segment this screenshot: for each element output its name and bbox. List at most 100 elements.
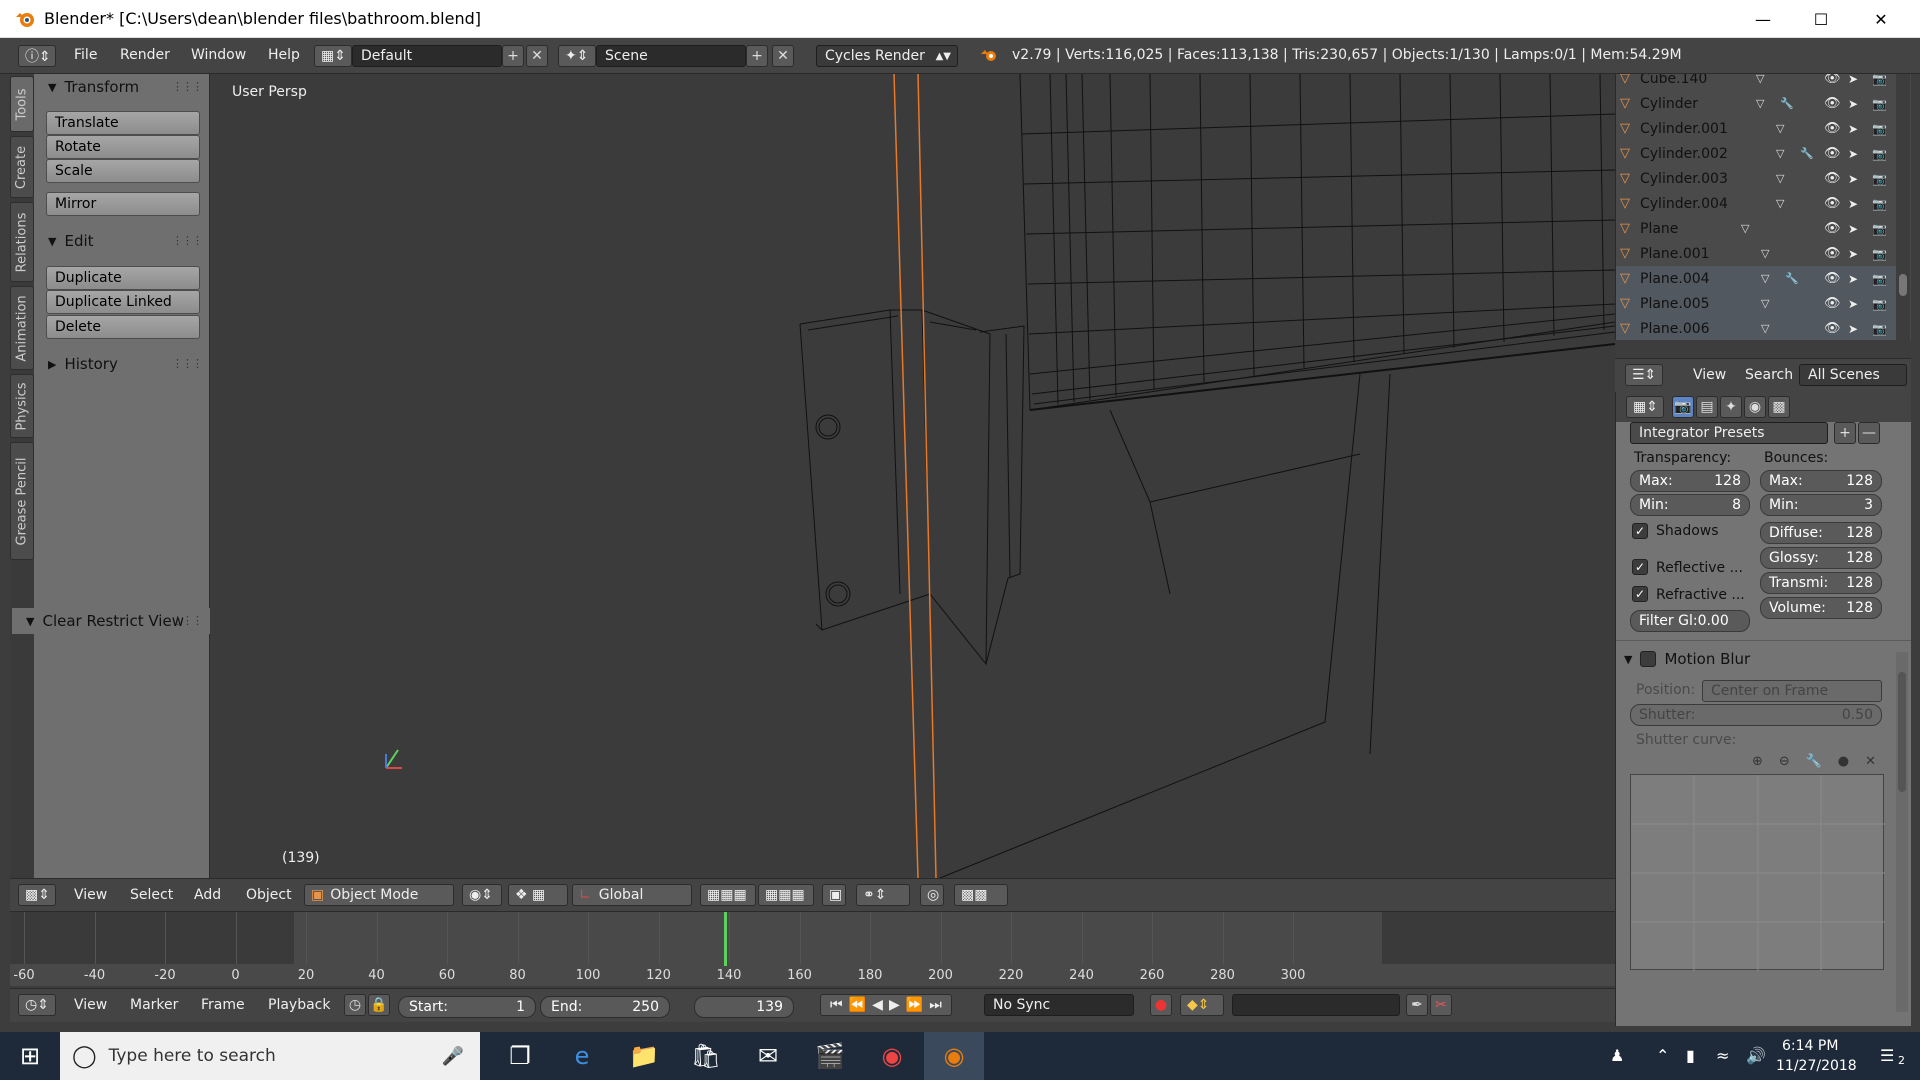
3d-viewport[interactable]: User Persp (139) [210, 74, 1615, 878]
outliner-item-label[interactable]: Plane.004 [1640, 271, 1710, 287]
play-icon[interactable]: ▶ [889, 997, 900, 1013]
outliner-display-mode-dropdown[interactable]: All Scenes [1799, 364, 1907, 386]
menu-render[interactable]: Render [120, 47, 170, 63]
edit-panel-header[interactable]: ▼ Edit ⋮⋮⋮ [34, 228, 210, 254]
next-keyframe-icon[interactable]: ⏩ [906, 997, 923, 1013]
transparency-max-field[interactable]: Max: 128 [1630, 470, 1750, 492]
motion-blur-panel-header[interactable]: ▼ Motion Blur [1616, 646, 1896, 672]
selectability-cursor-icon[interactable]: ➤ [1848, 322, 1858, 336]
outliner-row[interactable]: ▽ Cylinder.001 ▽ 👁 ➤ 📷 [1616, 116, 1896, 141]
zoom-out-icon[interactable]: ⊖ [1779, 754, 1790, 769]
selectability-cursor-icon[interactable]: ➤ [1848, 247, 1858, 261]
visibility-eye-icon[interactable]: 👁 [1824, 171, 1841, 186]
outliner-scroll-thumb[interactable] [1899, 274, 1907, 296]
tab-create[interactable]: Create [10, 136, 34, 198]
render-opengl-icons[interactable]: ▩▩ [954, 884, 1008, 906]
clock-date[interactable]: 11/27/2018 [1776, 1058, 1857, 1074]
visibility-eye-icon[interactable]: 👁 [1824, 271, 1841, 286]
editor-type-timeline-icon[interactable]: ◷⇕ [18, 994, 56, 1016]
tab-relations[interactable]: Relations [10, 202, 34, 282]
selectability-cursor-icon[interactable]: ➤ [1848, 97, 1858, 111]
windows-start-icon[interactable]: ⊞ [0, 1032, 60, 1080]
sync-dropdown[interactable]: No Sync [984, 994, 1134, 1016]
close-window-button[interactable]: ✕ [1852, 0, 1910, 38]
drag-grip-icon[interactable]: ⋮⋮⋮ [172, 80, 203, 93]
integrator-presets-dropdown[interactable]: Integrator Presets [1630, 422, 1828, 444]
visibility-eye-icon[interactable]: 👁 [1824, 146, 1841, 161]
add-preset-icon[interactable]: + [1834, 422, 1856, 444]
bounces-min-field[interactable]: Min: 3 [1760, 494, 1882, 516]
remove-scene-icon[interactable]: ✕ [772, 45, 794, 67]
clear-restrict-panel-header[interactable]: ▼ Clear Restrict View ⋮⋮⋮ [12, 608, 210, 634]
visibility-eye-icon[interactable]: 👁 [1824, 246, 1841, 261]
outliner-scrollbar[interactable] [1896, 74, 1910, 340]
outliner-item-label[interactable]: Cylinder.001 [1640, 121, 1728, 137]
scene-tab-icon[interactable]: ✦ [1720, 396, 1742, 418]
keying-set-field[interactable] [1232, 994, 1400, 1016]
action-center-icon[interactable]: ☰ [1880, 1046, 1894, 1065]
duplicate-button[interactable]: Duplicate [46, 266, 200, 290]
proportional-edit-icon[interactable]: ◎ [920, 884, 944, 906]
remove-screen-icon[interactable]: ✕ [526, 45, 548, 67]
layers-grid-1-icon[interactable]: ▦▦▦ [700, 884, 756, 906]
visibility-eye-icon[interactable]: 👁 [1824, 96, 1841, 111]
render-layers-tab-icon[interactable]: ▤ [1696, 396, 1718, 418]
menu-file[interactable]: File [74, 47, 97, 63]
close-icon[interactable]: ✕ [1865, 754, 1876, 769]
outliner-row[interactable]: ▽ Plane.005 ▽ 👁 ➤ 📷 [1616, 291, 1896, 316]
renderability-camera-icon[interactable]: 📷 [1872, 122, 1887, 136]
layers-grid-2-icon[interactable]: ▦▦▦ [758, 884, 814, 906]
selectability-cursor-icon[interactable]: ➤ [1848, 147, 1858, 161]
reflective-caustics-checkbox[interactable]: ✓ [1632, 559, 1648, 575]
visibility-eye-icon[interactable]: 👁 [1824, 296, 1841, 311]
tab-physics[interactable]: Physics [10, 374, 34, 438]
selectability-cursor-icon[interactable]: ➤ [1848, 297, 1858, 311]
record-icon[interactable]: ● [1150, 994, 1172, 1016]
rotate-button[interactable]: Rotate [46, 135, 200, 159]
outliner-row[interactable]: ▽ Plane.004 ▽ 🔧 👁 ➤ 📷 [1616, 266, 1896, 291]
shutter-field[interactable]: Shutter: 0.50 [1630, 704, 1882, 726]
screen-layout-icon[interactable]: ▦⇕ [314, 45, 352, 67]
selectability-cursor-icon[interactable]: ➤ [1848, 74, 1858, 86]
menu-help[interactable]: Help [268, 47, 300, 63]
selectability-cursor-icon[interactable]: ➤ [1848, 197, 1858, 211]
jump-start-icon[interactable]: ⏮ [830, 997, 843, 1013]
menu-marker[interactable]: Marker [130, 997, 178, 1013]
keying-set-icon[interactable]: ◆⇕ [1180, 994, 1224, 1016]
orientation-dropdown[interactable]: ∟ Global [572, 884, 692, 906]
texture-tab-icon[interactable]: ▩ [1768, 396, 1790, 418]
renderability-camera-icon[interactable]: 📷 [1872, 247, 1887, 261]
outliner-row[interactable]: ▽ Plane.001 ▽ 👁 ➤ 📷 [1616, 241, 1896, 266]
remove-preset-icon[interactable]: — [1858, 422, 1880, 444]
preview-range-icon[interactable]: ◷ [344, 994, 366, 1016]
shutter-curve-widget[interactable] [1630, 774, 1885, 971]
editor-type-outliner-icon[interactable]: ☰⇕ [1625, 364, 1663, 386]
outliner-row[interactable]: ▽ Cylinder.003 ▽ 👁 ➤ 📷 [1616, 166, 1896, 191]
transform-panel-header[interactable]: ▼ Transform ⋮⋮⋮ [34, 74, 210, 100]
refractive-caustics-checkbox[interactable]: ✓ [1632, 586, 1648, 602]
visibility-eye-icon[interactable]: 👁 [1824, 74, 1841, 86]
outliner-item-label[interactable]: Plane [1640, 221, 1678, 237]
drag-grip-icon[interactable]: ⋮⋮⋮ [172, 357, 203, 370]
clock-time[interactable]: 6:14 PM [1782, 1038, 1838, 1054]
prev-keyframe-icon[interactable]: ⏪ [849, 997, 866, 1013]
renderability-camera-icon[interactable]: 📷 [1872, 147, 1887, 161]
history-panel-header[interactable]: ▶ History ⋮⋮⋮ [34, 351, 210, 377]
start-frame-field[interactable]: Start: 1 [398, 996, 536, 1018]
taskbar-search[interactable]: ◯ Type here to search 🎤 [60, 1032, 480, 1080]
mail-icon[interactable]: ✉ [738, 1032, 798, 1080]
filter-glossy-field[interactable]: Filter Gl:0.00 [1630, 610, 1750, 632]
scene-field[interactable]: Scene [596, 45, 746, 67]
add-scene-icon[interactable]: + [746, 45, 768, 67]
glossy-bounces-field[interactable]: Glossy: 128 [1760, 547, 1882, 569]
wrench-icon[interactable]: 🔧 [1806, 754, 1822, 769]
people-icon[interactable]: ♟ [1610, 1046, 1624, 1065]
outliner-item-label[interactable]: Cylinder.002 [1640, 146, 1728, 162]
outliner-row[interactable]: ▽ Cylinder.002 ▽ 🔧 👁 ➤ 📷 [1616, 141, 1896, 166]
zoom-in-icon[interactable]: ⊕ [1752, 754, 1763, 769]
drag-grip-icon[interactable]: ⋮⋮⋮ [172, 234, 203, 247]
transmission-bounces-field[interactable]: Transmi: 128 [1760, 572, 1882, 594]
menu-frame[interactable]: Frame [201, 997, 245, 1013]
menu-window[interactable]: Window [191, 47, 246, 63]
jump-end-icon[interactable]: ⏭ [929, 997, 942, 1013]
